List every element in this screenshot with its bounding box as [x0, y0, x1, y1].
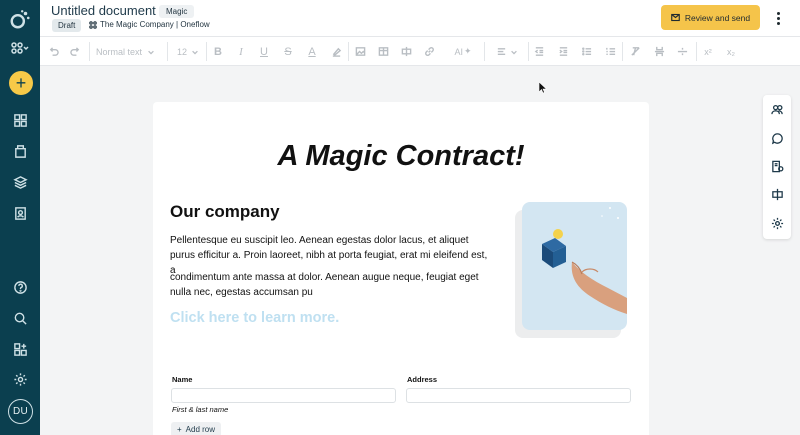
left-sidebar: + DU — [0, 0, 40, 435]
oneflow-logo-icon[interactable] — [0, 5, 40, 33]
document-page: A Magic Contract! Our company Pellentesq… — [153, 102, 649, 435]
subscript-icon[interactable]: x₂ — [724, 44, 738, 59]
learn-more-link[interactable]: Click here to learn more. — [170, 310, 339, 326]
address-field-input[interactable] — [406, 388, 631, 403]
chevron-down-icon — [192, 50, 198, 54]
participants-icon[interactable] — [763, 99, 791, 119]
sparkle-icon: ✦ — [463, 46, 472, 56]
editor-toolbar: Normal text 12 B I U S A AI ✦ x² x₂ — [40, 37, 800, 66]
paragraph[interactable]: condimentum ante massa at dolor. Aenean … — [170, 270, 490, 300]
font-size-select[interactable]: 12 — [177, 44, 203, 59]
mouse-cursor-icon — [539, 82, 547, 94]
add-row-label: Add row — [185, 425, 216, 434]
settings-gear-icon[interactable] — [0, 367, 40, 391]
text-color-icon[interactable]: A — [305, 44, 319, 59]
underline-icon[interactable]: U — [257, 44, 271, 59]
review-button-label: Review and send — [684, 12, 751, 23]
name-field-label: Name — [172, 375, 193, 384]
align-select[interactable] — [494, 44, 520, 59]
name-field-help: First & last name — [172, 405, 229, 414]
address-field-label: Address — [407, 375, 438, 384]
redo-icon[interactable] — [68, 44, 82, 59]
add-row-button[interactable]: + Add row — [171, 422, 222, 435]
workspace-switcher-icon[interactable] — [0, 36, 40, 60]
help-icon[interactable] — [0, 275, 40, 299]
italic-icon[interactable]: I — [234, 44, 248, 59]
bold-icon[interactable]: B — [211, 44, 225, 59]
link-icon[interactable] — [422, 44, 436, 59]
workspace-breadcrumb[interactable]: The Magic Company | Oneflow — [89, 20, 210, 29]
document-tag[interactable]: Magic — [159, 5, 195, 18]
templates-layers-icon[interactable] — [0, 170, 40, 194]
section-title[interactable]: Our company — [170, 202, 280, 222]
ai-label: AI — [454, 46, 463, 57]
dashboard-icon[interactable] — [0, 108, 40, 132]
document-title[interactable]: Untitled document — [51, 3, 156, 18]
numbered-list-icon[interactable] — [603, 44, 617, 59]
plus-icon: + — [15, 73, 27, 93]
gear-icon[interactable] — [763, 213, 791, 233]
marketplace-icon[interactable] — [0, 337, 40, 361]
hand-holding-cube-image[interactable] — [515, 202, 627, 338]
horizontal-rule-icon[interactable] — [675, 44, 689, 59]
user-avatar[interactable]: DU — [8, 399, 33, 424]
status-badge: Draft — [52, 19, 82, 32]
image-card — [522, 202, 627, 330]
chevron-down-icon — [148, 50, 154, 54]
right-panel — [763, 95, 791, 239]
ai-assist-button[interactable]: AI ✦ — [451, 44, 475, 59]
bullet-list-icon[interactable] — [579, 44, 593, 59]
text-style-value: Normal text — [96, 46, 143, 57]
review-and-send-button[interactable]: Review and send — [661, 5, 760, 30]
documents-icon[interactable] — [0, 139, 40, 163]
outdent-icon[interactable] — [532, 44, 546, 59]
superscript-icon[interactable]: x² — [701, 44, 715, 59]
envelope-icon — [671, 13, 680, 22]
comments-icon[interactable] — [763, 128, 791, 148]
document-settings-icon[interactable] — [763, 156, 791, 176]
page-break-icon[interactable] — [652, 44, 666, 59]
name-field-input[interactable] — [171, 388, 396, 403]
workspace-icon — [89, 20, 97, 29]
chevron-down-icon — [511, 50, 517, 54]
table-icon[interactable] — [376, 44, 390, 59]
contacts-icon[interactable] — [0, 201, 40, 225]
document-heading[interactable]: A Magic Contract! — [153, 140, 649, 173]
text-style-select[interactable]: Normal text — [96, 44, 160, 59]
avatar-initials: DU — [12, 406, 29, 417]
undo-icon[interactable] — [46, 44, 60, 59]
font-size-value: 12 — [177, 46, 188, 57]
workspace-name: The Magic Company | Oneflow — [100, 20, 210, 29]
image-icon[interactable] — [353, 44, 367, 59]
indent-icon[interactable] — [556, 44, 570, 59]
form-field-icon[interactable] — [399, 44, 413, 59]
document-header: Untitled document Magic Draft The Magic … — [40, 0, 800, 37]
plus-icon: + — [177, 425, 182, 434]
more-options-icon[interactable] — [773, 9, 783, 27]
search-icon[interactable] — [0, 306, 40, 330]
highlight-icon[interactable] — [329, 44, 343, 59]
create-new-button[interactable]: + — [9, 71, 33, 95]
clear-formatting-icon[interactable] — [628, 44, 642, 59]
strikethrough-icon[interactable]: S — [281, 44, 295, 59]
signing-order-icon[interactable] — [763, 184, 791, 204]
hand-cube-illustration — [542, 207, 627, 314]
